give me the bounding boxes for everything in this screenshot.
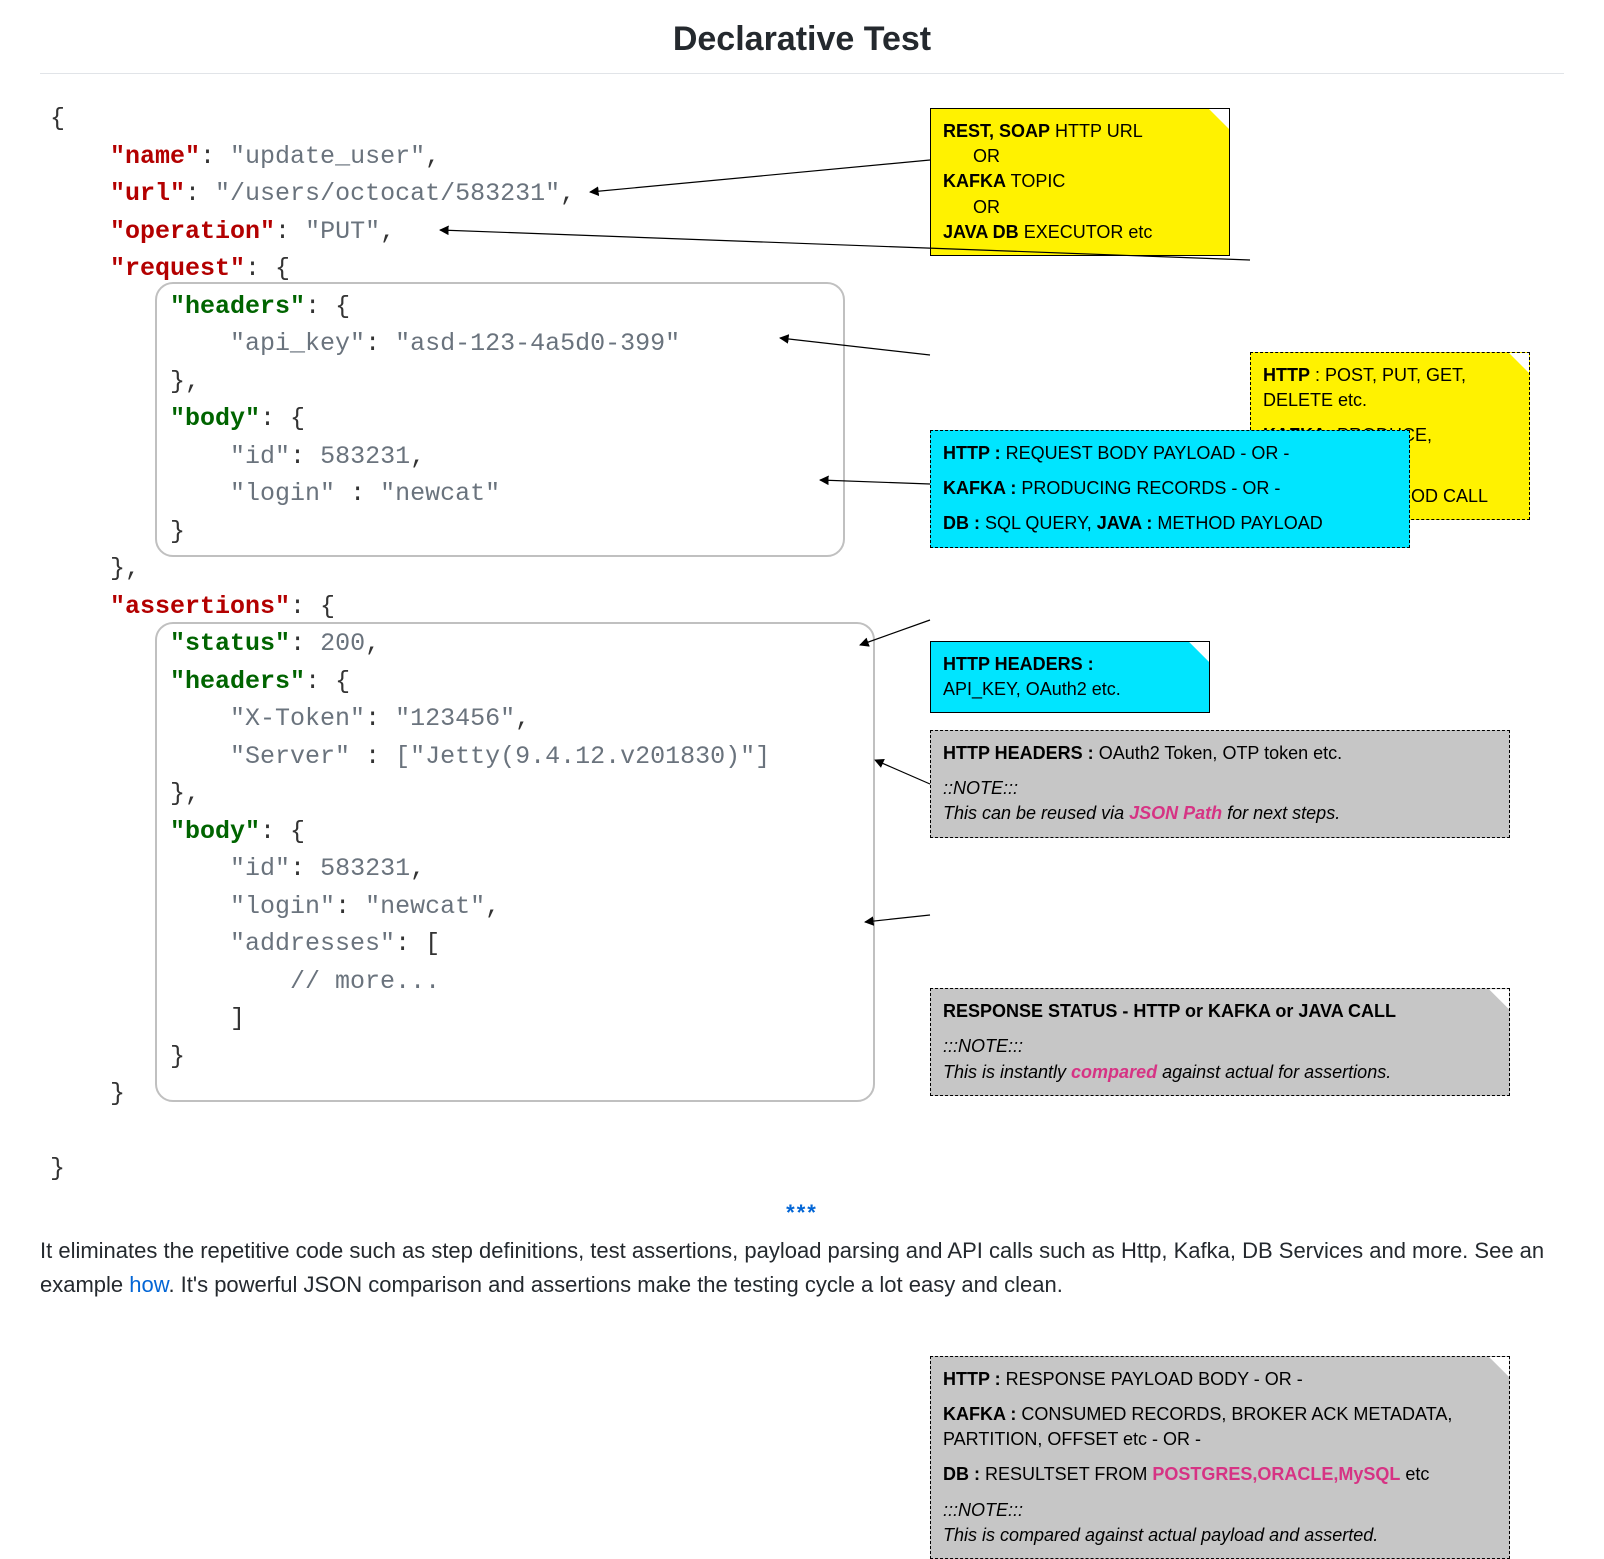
json-code-block: { "name": "update_user", "url": "/users/…: [50, 100, 770, 1188]
annotation-url: REST, SOAP HTTP URL OR KAFKA TOPIC OR JA…: [930, 108, 1230, 256]
declarative-test-diagram: { "name": "update_user", "url": "/users/…: [40, 90, 1564, 1200]
annotation-response-body: HTTP : RESPONSE PAYLOAD BODY - OR - KAFK…: [930, 1356, 1510, 1559]
annotation-response-status: RESPONSE STATUS - HTTP or KAFKA or JAVA …: [930, 988, 1510, 1096]
separator-stars: ***: [40, 1200, 1564, 1226]
how-link[interactable]: how: [129, 1272, 168, 1297]
page-title: Declarative Test: [40, 20, 1564, 74]
annotation-request-body: HTTP : REQUEST BODY PAYLOAD - OR - KAFKA…: [930, 430, 1410, 548]
description-paragraph: It eliminates the repetitive code such a…: [40, 1234, 1564, 1302]
annotation-response-headers: HTTP HEADERS : OAuth2 Token, OTP token e…: [930, 730, 1510, 838]
annotation-request-headers: HTTP HEADERS : API_KEY, OAuth2 etc.: [930, 641, 1210, 713]
